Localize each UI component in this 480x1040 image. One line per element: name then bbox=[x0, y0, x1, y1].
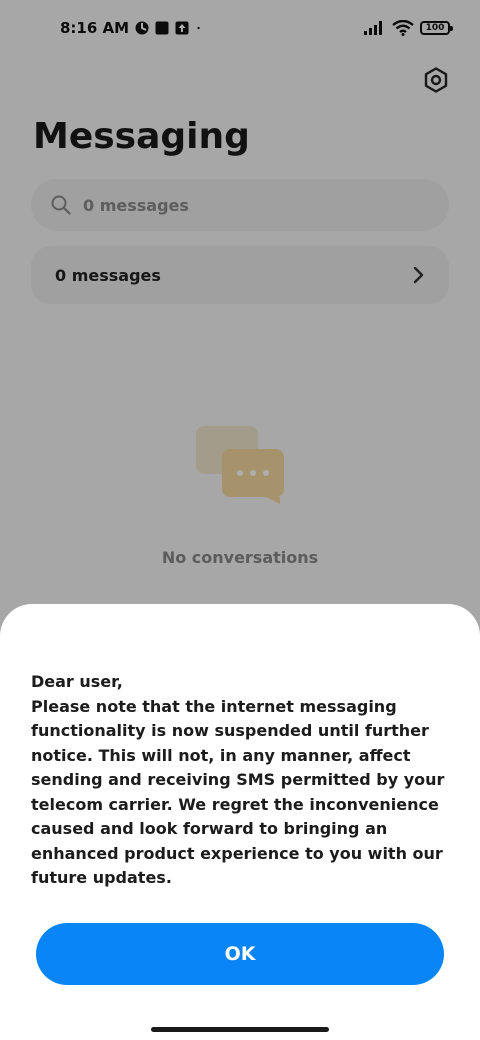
messaging-screen: 8:16 AM 100 Messaging 0 messages 0 messa… bbox=[0, 0, 480, 1040]
ok-button[interactable]: OK bbox=[36, 923, 444, 985]
notice-body: Please note that the internet messaging … bbox=[31, 696, 445, 888]
notice-message: Dear user, Please note that the internet… bbox=[31, 670, 463, 891]
home-indicator[interactable] bbox=[151, 1027, 329, 1032]
notice-bottom-sheet: Dear user, Please note that the internet… bbox=[0, 604, 480, 1040]
notice-greeting: Dear user, bbox=[31, 672, 123, 691]
